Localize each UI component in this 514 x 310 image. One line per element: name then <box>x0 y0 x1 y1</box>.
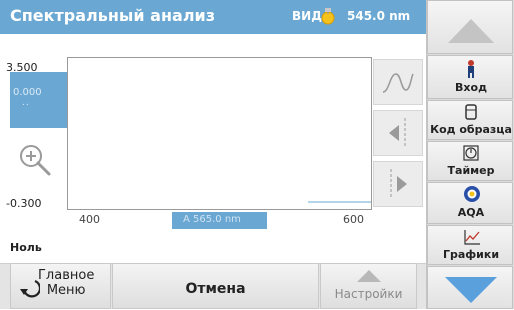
settings-label: Настройки <box>334 287 403 301</box>
person-icon <box>463 59 479 83</box>
sidebar-item-graphs[interactable]: Графики <box>427 225 513 265</box>
main-menu-label: Главное Меню <box>38 268 95 298</box>
sidebar-item-timer[interactable]: Таймер <box>427 141 513 181</box>
sidebar-item-label: Код образца <box>430 123 512 136</box>
timer-icon <box>463 144 479 166</box>
curve-view-button[interactable] <box>373 59 423 105</box>
sample-vial-icon <box>463 103 479 125</box>
spectrum-plot[interactable] <box>67 57 372 210</box>
curve-icon <box>382 73 414 93</box>
lamp-icon <box>318 7 338 31</box>
arrow-left-icon <box>389 118 406 148</box>
sidebar-item-label: Графики <box>442 248 500 261</box>
scroll-down-button[interactable] <box>427 266 513 309</box>
chevron-up-icon <box>356 268 382 287</box>
sidebar-item-label: AQA <box>457 206 485 219</box>
cancel-label: Отмена <box>185 281 246 297</box>
status-label: Ноль <box>10 241 42 254</box>
sidebar-item-label: Вход <box>455 81 487 94</box>
arrow-right-icon <box>390 169 407 199</box>
zoom-in-icon[interactable] <box>16 141 56 185</box>
x-axis-max-label: 600 <box>343 213 364 226</box>
cursor-y-value: 0.000 <box>13 87 42 98</box>
page-title: Спектральный анализ <box>10 6 216 25</box>
scroll-down-icon <box>445 277 497 303</box>
cursor-left-button[interactable] <box>373 110 423 156</box>
sidebar-item-login[interactable]: Вход <box>427 55 513 99</box>
cursor-x-value: A 565.0 nm <box>183 214 241 225</box>
scroll-up-icon <box>448 19 494 43</box>
wavelength-readout: 545.0 nm <box>347 9 411 23</box>
sidebar-item-sample-id[interactable]: Код образца <box>427 100 513 140</box>
aqa-icon <box>463 185 481 207</box>
x-axis-min-label: 400 <box>79 213 100 226</box>
graph-icon <box>463 228 481 250</box>
cursor-y-dots: .. <box>22 98 30 108</box>
sidebar-item-aqa[interactable]: AQA <box>427 182 513 224</box>
cursor-value-box[interactable] <box>10 72 67 128</box>
cursor-right-button[interactable] <box>373 161 423 207</box>
y-axis-min-label: -0.300 <box>6 197 42 210</box>
scroll-up-button[interactable] <box>427 0 513 54</box>
sidebar-item-label: Таймер <box>447 164 495 177</box>
return-arrow-icon <box>20 277 42 303</box>
